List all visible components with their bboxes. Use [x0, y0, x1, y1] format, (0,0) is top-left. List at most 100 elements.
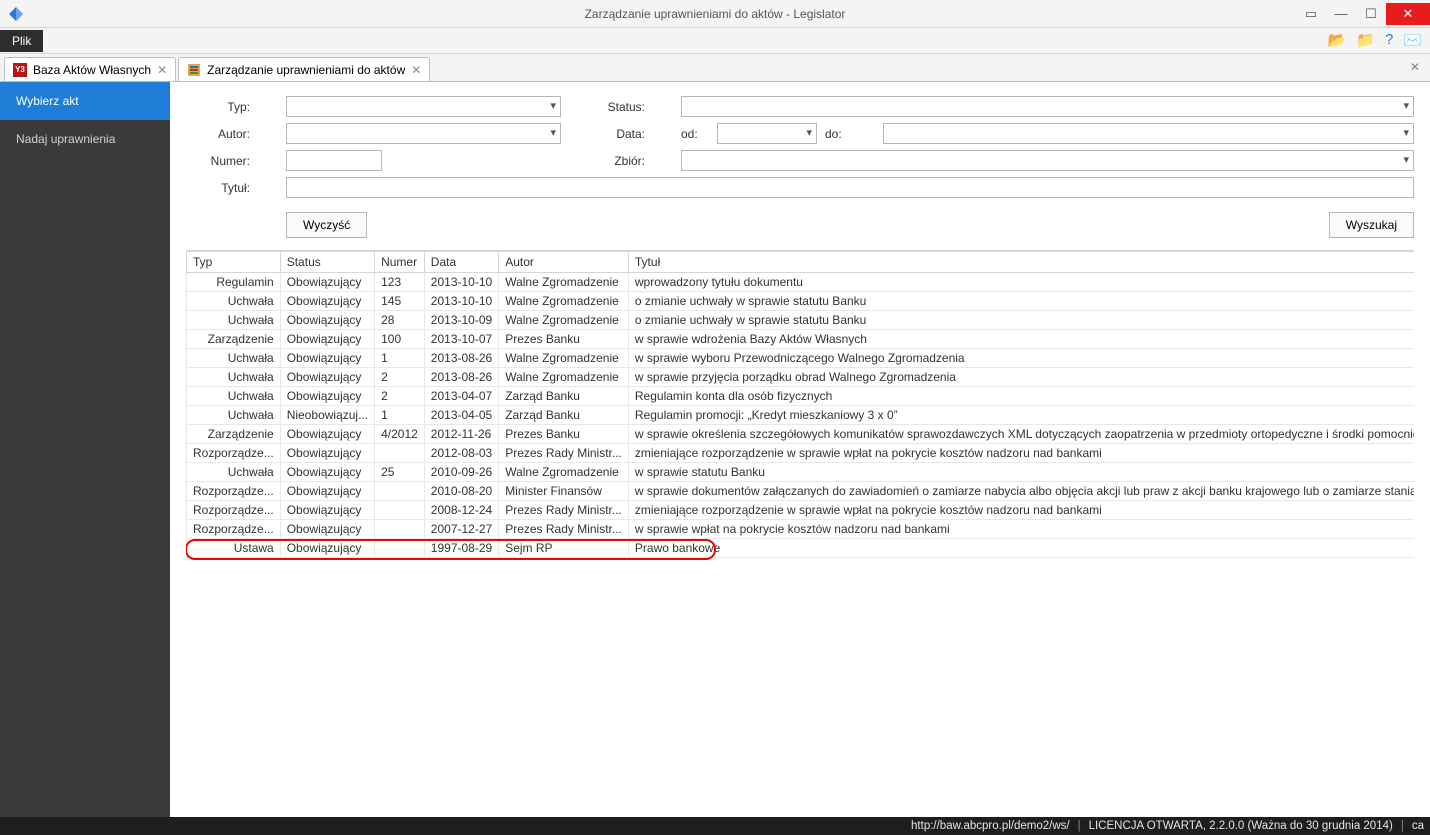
tab-close-icon[interactable]: ✕ [157, 63, 167, 77]
close-button[interactable]: ✕ [1386, 3, 1430, 25]
cell-data: 2008-12-24 [424, 501, 498, 520]
status-license: LICENCJA OTWARTA, 2.2.0.0 (Ważna do 30 g… [1089, 820, 1393, 832]
cell-autor: Walne Zgromadzenie [499, 463, 629, 482]
sidebar: Wybierz akt Nadaj uprawnienia [0, 82, 170, 817]
header-status[interactable]: Status [280, 252, 374, 273]
cell-typ: Uchwała [187, 292, 281, 311]
cell-numer: 100 [375, 330, 425, 349]
cell-numer [375, 520, 425, 539]
zbior-select[interactable] [681, 150, 1414, 171]
table-row[interactable]: UchwałaObowiązujący282013-10-09Walne Zgr… [187, 311, 1415, 330]
tab-icon-1: Y3 [13, 63, 27, 77]
tytul-input[interactable] [286, 177, 1414, 198]
minimize-button[interactable]: — [1326, 3, 1356, 25]
cell-tytul: w sprawie wpłat na pokrycie kosztów nadz… [628, 520, 1414, 539]
table-row[interactable]: ZarządzenieObowiązujący1002013-10-07Prez… [187, 330, 1415, 349]
document-tabs: Y3 Baza Aktów Własnych ✕ Zarządzanie upr… [0, 54, 1430, 82]
cell-numer [375, 539, 425, 558]
cell-data: 2010-09-26 [424, 463, 498, 482]
clear-button[interactable]: Wyczyść [286, 212, 367, 238]
cell-numer: 1 [375, 349, 425, 368]
table-row[interactable]: UchwałaNieobowiązuj...12013-04-05Zarząd … [187, 406, 1415, 425]
cell-typ: Rozporządze... [187, 444, 281, 463]
mail-icon[interactable]: ✉️ [1403, 31, 1422, 49]
tabs-panel-close-icon[interactable]: ✕ [1410, 60, 1420, 74]
label-status: Status: [591, 100, 651, 114]
cell-tytul: w sprawie określenia szczegółowych komun… [628, 425, 1414, 444]
tab-label: Baza Aktów Własnych [33, 63, 151, 77]
tab-baza-aktow[interactable]: Y3 Baza Aktów Własnych ✕ [4, 57, 176, 81]
help-icon[interactable]: ? [1385, 31, 1393, 49]
label-data: Data: [591, 127, 651, 141]
search-button[interactable]: Wyszukaj [1329, 212, 1414, 238]
cell-typ: Rozporządze... [187, 482, 281, 501]
cell-status: Obowiązujący [280, 520, 374, 539]
table-row[interactable]: RegulaminObowiązujący1232013-10-10Walne … [187, 273, 1415, 292]
maximize-button[interactable]: ☐ [1356, 3, 1386, 25]
cell-autor: Zarząd Banku [499, 406, 629, 425]
cell-autor: Walne Zgromadzenie [499, 273, 629, 292]
cell-data: 2013-04-07 [424, 387, 498, 406]
status-select[interactable] [681, 96, 1414, 117]
table-row[interactable]: Rozporządze...Obowiązujący2010-08-20Mini… [187, 482, 1415, 501]
cell-numer [375, 482, 425, 501]
table-row[interactable]: UchwałaObowiązujący12013-08-26Walne Zgro… [187, 349, 1415, 368]
status-url: http://baw.abcpro.pl/demo2/ws/ [911, 820, 1070, 832]
sidebar-item-label: Wybierz akt [16, 94, 79, 108]
date-od-input[interactable] [717, 123, 817, 144]
table-row[interactable]: UchwałaObowiązujący22013-08-26Walne Zgro… [187, 368, 1415, 387]
cell-status: Obowiązujący [280, 311, 374, 330]
numer-input[interactable] [286, 150, 382, 171]
tab-zarzadzanie[interactable]: Zarządzanie uprawnieniami do aktów ✕ [178, 57, 430, 81]
menu-file[interactable]: Plik [0, 30, 43, 52]
cell-typ: Uchwała [187, 463, 281, 482]
toolbar-icon-1[interactable]: 📂 [1328, 31, 1347, 49]
date-do-input[interactable] [883, 123, 1414, 144]
sidebar-item-nadaj-uprawnienia[interactable]: Nadaj uprawnienia [0, 120, 170, 158]
cell-status: Obowiązujący [280, 368, 374, 387]
cell-autor: Walne Zgromadzenie [499, 292, 629, 311]
table-row[interactable]: UchwałaObowiązujący252010-09-26Walne Zgr… [187, 463, 1415, 482]
table-row[interactable]: Rozporządze...Obowiązujący2008-12-24Prez… [187, 501, 1415, 520]
label-typ: Typ: [186, 100, 256, 114]
header-autor[interactable]: Autor [499, 252, 629, 273]
header-data[interactable]: Data [424, 252, 498, 273]
table-row[interactable]: Rozporządze...Obowiązujący2012-08-03Prez… [187, 444, 1415, 463]
header-tytul[interactable]: Tytuł [628, 252, 1414, 273]
cell-typ: Zarządzenie [187, 425, 281, 444]
title-bar: Zarządzanie uprawnieniami do aktów - Leg… [0, 0, 1430, 28]
table-row[interactable]: UchwałaObowiązujący22013-04-07Zarząd Ban… [187, 387, 1415, 406]
window-strip-icon[interactable]: ▭ [1296, 3, 1326, 25]
autor-select[interactable] [286, 123, 561, 144]
results-table: Typ Status Numer Data Autor Tytuł Regula… [186, 251, 1414, 558]
table-row[interactable]: UchwałaObowiązujący1452013-10-10Walne Zg… [187, 292, 1415, 311]
table-row[interactable]: Rozporządze...Obowiązujący2007-12-27Prez… [187, 520, 1415, 539]
table-row[interactable]: UstawaObowiązujący1997-08-29Sejm RPPrawo… [187, 539, 1415, 558]
label-od: od: [681, 127, 709, 141]
table-header-row: Typ Status Numer Data Autor Tytuł [187, 252, 1415, 273]
cell-tytul: o zmianie uchwały w sprawie statutu Bank… [628, 311, 1414, 330]
cell-status: Obowiązujący [280, 273, 374, 292]
cell-autor: Prezes Banku [499, 425, 629, 444]
cell-numer: 123 [375, 273, 425, 292]
header-numer[interactable]: Numer [375, 252, 425, 273]
cell-typ: Uchwała [187, 387, 281, 406]
cell-status: Obowiązujący [280, 501, 374, 520]
tab-close-icon[interactable]: ✕ [411, 63, 421, 77]
app-icon [6, 4, 26, 24]
cell-autor: Minister Finansów [499, 482, 629, 501]
sidebar-item-wybierz-akt[interactable]: Wybierz akt [0, 82, 170, 120]
cell-numer: 28 [375, 311, 425, 330]
tab-label: Zarządzanie uprawnieniami do aktów [207, 63, 405, 77]
table-row[interactable]: ZarządzenieObowiązujący4/20122012-11-26P… [187, 425, 1415, 444]
cell-status: Obowiązujący [280, 387, 374, 406]
typ-select[interactable] [286, 96, 561, 117]
cell-autor: Walne Zgromadzenie [499, 368, 629, 387]
cell-status: Obowiązujący [280, 330, 374, 349]
status-bar: http://baw.abcpro.pl/demo2/ws/ | LICENCJ… [0, 817, 1430, 835]
cell-typ: Ustawa [187, 539, 281, 558]
cell-tytul: zmieniające rozporządzenie w sprawie wpł… [628, 444, 1414, 463]
cell-data: 2013-10-10 [424, 273, 498, 292]
toolbar-icon-2[interactable]: 📁 [1356, 31, 1375, 49]
header-typ[interactable]: Typ [187, 252, 281, 273]
